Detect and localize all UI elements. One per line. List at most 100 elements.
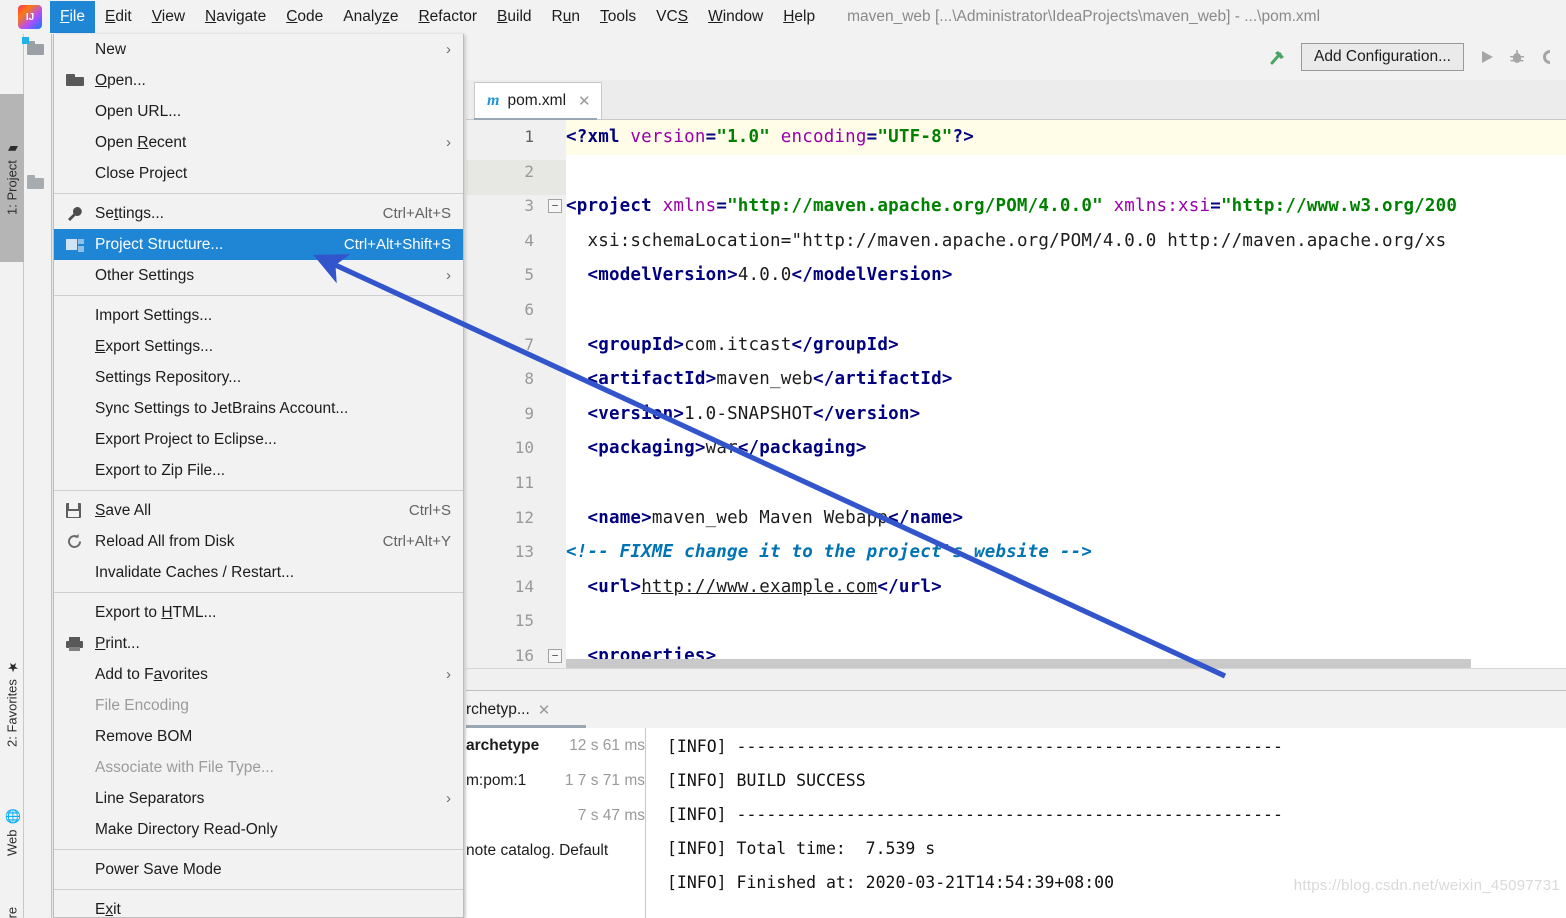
project-folder-collapsed-icon[interactable] (27, 175, 49, 198)
stripe-button-label: Web (4, 829, 20, 856)
menu-item-print[interactable]: Print... (54, 628, 463, 659)
build-tree-row-duration: 12 s 61 ms (569, 736, 645, 754)
menu-code[interactable]: Code (276, 1, 333, 33)
menu-item-label: File Encoding (95, 696, 189, 714)
console-line: [INFO] Finished at: 2020-03-21T14:54:39+… (667, 873, 1115, 892)
menu-help[interactable]: Help (773, 1, 825, 33)
build-tree-row[interactable]: 7 s 47 ms (466, 798, 645, 833)
build-tree[interactable]: archetype 12 s 61 ms m:pom:1 1 7 s 71 ms 7 s… (466, 728, 646, 918)
menu-file[interactable]: File (50, 1, 95, 33)
code-fold-toggle[interactable]: − (548, 199, 562, 214)
menu-refactor[interactable]: Refactor (408, 1, 487, 33)
menu-item-other-settings[interactable]: Other Settings › (54, 260, 463, 291)
watermark-text: https://blog.csdn.net/weixin_45097731 (1293, 877, 1560, 894)
stripe-button-web[interactable]: Web 🌐 (0, 784, 24, 880)
menu-item-power-save-mode[interactable]: Power Save Mode (54, 854, 463, 885)
menu-item-shortcut: Ctrl+S (408, 502, 451, 519)
menu-item-invalidate-caches-restart[interactable]: Invalidate Caches / Restart... (54, 557, 463, 588)
console-line: [INFO] ---------------------------------… (667, 737, 1283, 756)
add-configuration-button[interactable]: Add Configuration... (1300, 43, 1464, 71)
save-icon (66, 502, 86, 520)
menu-item-project-structure[interactable]: Project Structure... Ctrl+Alt+Shift+S (54, 229, 463, 260)
menu-item-close-project[interactable]: Close Project (54, 158, 463, 189)
chevron-right-icon: › (446, 134, 451, 151)
code-fold-toggle[interactable]: − (548, 649, 562, 663)
run-with-coverage-icon[interactable] (1532, 42, 1562, 72)
build-tree-row[interactable]: note catalog. Default (466, 833, 645, 868)
project-structure-icon (66, 236, 86, 254)
debug-bug-icon[interactable] (1502, 42, 1532, 72)
close-icon[interactable]: ✕ (538, 701, 551, 719)
menu-item-remove-bom[interactable]: Remove BOM (54, 721, 463, 752)
stripe-button-2-favorites[interactable]: 2: Favorites ★ (0, 634, 24, 772)
line-number: 6 (524, 300, 534, 319)
stripe-button-1-project[interactable]: 1: Project ▰ (0, 94, 24, 262)
menu-item-label: Exit (95, 900, 121, 918)
menu-item-label: Line Separators (95, 789, 205, 807)
menu-item-label: Add to Favorites (95, 665, 208, 683)
menu-item-add-to-favorites[interactable]: Add to Favorites › (54, 659, 463, 690)
menu-item-make-directory-read-only[interactable]: Make Directory Read-Only (54, 814, 463, 845)
globe-icon: 🌐 (4, 808, 20, 825)
console-line: [INFO] Total time: 7.539 s (667, 839, 936, 858)
menu-item-export-to-html[interactable]: Export to HTML... (54, 597, 463, 628)
editor-tab-pom-xml[interactable]: m pom.xml ✕ (474, 82, 602, 119)
menu-run[interactable]: Run (542, 1, 590, 33)
code-line: <groupId>com.itcast</groupId> (587, 334, 899, 355)
menu-edit[interactable]: Edit (95, 1, 142, 33)
editor-gutter[interactable]: 1 2 3 4 5 6 7 8 9 10 11 12 13 14 15 16 − − (466, 120, 566, 690)
menu-item-sync-settings-to-jetbrains-account[interactable]: Sync Settings to JetBrains Account... (54, 393, 463, 424)
run-tab-archetype[interactable]: rchetyp... ✕ (466, 695, 564, 725)
editor-tab-label: pom.xml (507, 92, 567, 109)
scrollbar-thumb[interactable] (566, 659, 1471, 668)
window-title: maven_web [...\Administrator\IdeaProject… (847, 8, 1321, 25)
menu-item-open[interactable]: Open... (54, 65, 463, 96)
menu-vcs[interactable]: VCS (646, 1, 698, 33)
menu-item-export-to-zip-file[interactable]: Export to Zip File... (54, 455, 463, 486)
menu-item-import-settings[interactable]: Import Settings... (54, 300, 463, 331)
file-menu-popup[interactable]: New › Open... Open URL... Open Recent › Close … (53, 34, 464, 918)
menu-view[interactable]: View (142, 1, 195, 33)
code-line: xsi:schemaLocation="http://maven.apache.… (587, 230, 1447, 251)
wrench-icon (66, 205, 86, 223)
menu-window[interactable]: Window (698, 1, 773, 33)
chevron-right-icon: › (446, 666, 451, 683)
menu-item-exit[interactable]: Exit (54, 894, 463, 918)
code-line: <!-- FIXME change it to the project's we… (566, 542, 1093, 563)
stripe-button-ucture[interactable]: ucture (0, 892, 24, 918)
menu-navigate[interactable]: Navigate (195, 1, 276, 33)
run-triangle-icon[interactable] (1472, 42, 1502, 72)
editor-horizontal-scrollbar[interactable] (566, 659, 1566, 668)
line-number: 8 (524, 369, 534, 389)
folder-open-icon (66, 72, 86, 90)
menu-item-export-project-to-eclipse[interactable]: Export Project to Eclipse... (54, 424, 463, 455)
chevron-right-icon: › (446, 790, 451, 807)
menu-item-save-all[interactable]: Save All Ctrl+S (54, 495, 463, 526)
menu-item-settings-repository[interactable]: Settings Repository... (54, 362, 463, 393)
menu-analyze[interactable]: Analyze (333, 1, 408, 33)
line-number: 12 (514, 507, 534, 527)
menu-tools[interactable]: Tools (590, 1, 646, 33)
code-line: <?xml version="1.0" encoding="UTF-8"?> (566, 127, 975, 147)
project-folder-icon[interactable] (22, 37, 49, 64)
menu-item-reload-all-from-disk[interactable]: Reload All from Disk Ctrl+Alt+Y (54, 526, 463, 557)
run-tab-label: rchetyp... (466, 701, 530, 718)
line-number: 5 (524, 265, 534, 285)
build-tree-row[interactable]: archetype 12 s 61 ms (466, 728, 645, 763)
menu-separator (54, 490, 463, 491)
close-icon[interactable]: ✕ (578, 92, 591, 110)
menu-separator (54, 592, 463, 593)
menu-item-line-separators[interactable]: Line Separators › (54, 783, 463, 814)
menu-item-settings[interactable]: Settings... Ctrl+Alt+S (54, 198, 463, 229)
build-tree-row[interactable]: m:pom:1 1 7 s 71 ms (466, 763, 645, 798)
code-content[interactable]: <?xml version="1.0" encoding="UTF-8"?> <p… (566, 120, 1566, 690)
menu-separator (54, 889, 463, 890)
menu-item-export-settings[interactable]: Export Settings... (54, 331, 463, 362)
menu-item-label: Sync Settings to JetBrains Account... (95, 399, 349, 417)
code-line: <url>http://www.example.com</url> (587, 576, 942, 597)
menu-item-open-url[interactable]: Open URL... (54, 96, 463, 127)
menu-item-open-recent[interactable]: Open Recent › (54, 127, 463, 158)
menu-build[interactable]: Build (487, 1, 541, 33)
menu-item-new[interactable]: New › (54, 34, 463, 65)
hammer-icon[interactable] (1263, 42, 1293, 72)
